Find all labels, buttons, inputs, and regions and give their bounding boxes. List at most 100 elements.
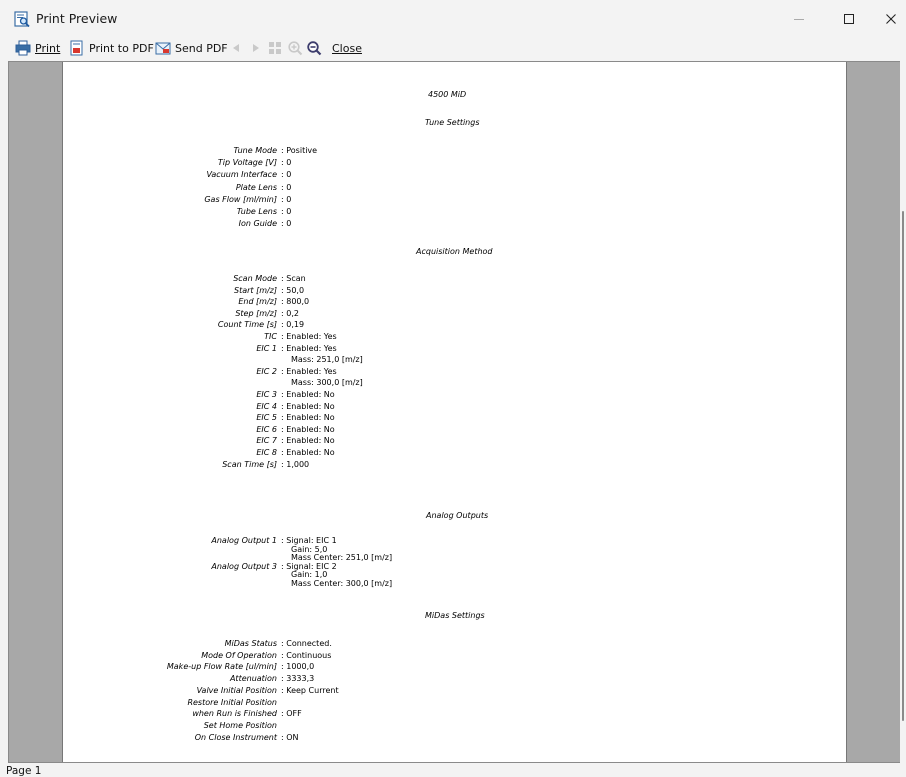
send-pdf-icon xyxy=(155,42,171,55)
row-label: Analog Output 3 xyxy=(211,561,277,571)
close-window-button[interactable] xyxy=(868,0,906,38)
row-label: Step [m/z] xyxy=(235,308,277,318)
row-value: : Enabled: No xyxy=(281,436,335,446)
toolbar: Print Print to PDF Send PDF Close xyxy=(0,38,906,58)
printer-icon xyxy=(15,40,31,56)
row-value: : 0 xyxy=(281,219,292,229)
previous-page-icon[interactable] xyxy=(228,40,244,56)
maximize-button[interactable] xyxy=(826,0,872,38)
row-label: Plate Lens xyxy=(235,182,277,192)
title-bar: Print Preview xyxy=(0,0,906,38)
row-value: Mass Center: 251,0 [m/z] xyxy=(291,553,393,563)
row-value: Mass Center: 300,0 [m/z] xyxy=(291,579,393,588)
row-label: EIC 6 xyxy=(256,424,277,434)
row-value: : 0 xyxy=(281,194,292,204)
row-label: Analog Output 1 xyxy=(211,536,277,545)
close-preview-button[interactable]: Close xyxy=(332,38,362,58)
send-pdf-label: Send PDF xyxy=(175,41,228,55)
row-label: Tube Lens xyxy=(236,207,277,216)
row-value: : Enabled: No xyxy=(281,401,335,411)
page-indicator: Page 1 xyxy=(6,765,42,777)
row-value: : ON xyxy=(281,732,299,742)
vertical-scrollbar[interactable] xyxy=(900,61,906,763)
zoom-out-icon[interactable] xyxy=(306,40,322,56)
row-value: : Keep Current xyxy=(281,685,339,695)
minimize-button[interactable] xyxy=(776,0,822,38)
send-pdf-button[interactable]: Send PDF xyxy=(155,38,228,58)
row-value: : Enabled: No xyxy=(281,390,335,399)
report-page: 4500 MiD Tune Settings Tune Mode : Positi… xyxy=(62,62,847,762)
row-label: Valve Initial Position xyxy=(196,685,277,695)
row-value: : Positive xyxy=(281,146,318,155)
section-analog-outputs: Analog Outputs xyxy=(426,511,489,520)
multi-page-icon[interactable] xyxy=(267,40,283,56)
section-tune-settings: Tune Settings xyxy=(425,118,480,127)
row-value: : Scan xyxy=(281,274,306,283)
print-to-pdf-button[interactable]: Print to PDF xyxy=(69,38,154,58)
row-value: : 0 xyxy=(281,170,292,180)
section-acquisition-method: Acquisition Method xyxy=(416,247,493,256)
row-value: : Enabled: No xyxy=(281,448,335,457)
next-page-icon[interactable] xyxy=(248,40,264,56)
row-value: : Signal: EIC 1 xyxy=(281,536,337,545)
maximize-icon xyxy=(844,14,854,24)
row-value: : Enabled: No xyxy=(281,424,335,434)
row-label: Vacuum Interface xyxy=(206,170,277,180)
row-label: Scan Mode xyxy=(233,274,277,283)
print-preview-window: Print Preview Print Print to PDF Send PD… xyxy=(0,0,906,777)
row-value: : 0,2 xyxy=(281,308,299,318)
row-label: Make-up Flow Rate [ul/min] xyxy=(166,662,277,672)
row-label: EIC 7 xyxy=(256,436,277,446)
zoom-in-icon[interactable] xyxy=(287,40,303,56)
row-value: : Connected. xyxy=(281,639,332,648)
row-label: Set Home Position xyxy=(203,720,277,730)
row-label: Gas Flow [ml/min] xyxy=(204,194,277,204)
row-value: Mass: 300,0 [m/z] xyxy=(291,378,363,388)
window-title: Print Preview xyxy=(36,11,118,26)
print-button[interactable]: Print xyxy=(15,38,60,58)
row-label: Mode Of Operation xyxy=(201,650,277,660)
row-label: Restore Initial Position xyxy=(187,697,277,707)
row-label: EIC 1 xyxy=(256,343,277,353)
row-value: : Continuous xyxy=(281,650,332,660)
row-label: when Run is Finished xyxy=(192,709,277,719)
row-label: EIC 8 xyxy=(256,448,277,457)
row-value: : 0 xyxy=(281,158,292,168)
row-label: Count Time [s] xyxy=(217,320,277,330)
preview-area[interactable]: 4500 MiD Tune Settings Tune Mode : Positi… xyxy=(8,61,902,763)
pdf-document-icon xyxy=(70,40,83,56)
row-label: On Close Instrument xyxy=(194,732,277,742)
row-value: : 50,0 xyxy=(281,285,305,295)
row-label: Ion Guide xyxy=(238,219,277,229)
row-label: EIC 5 xyxy=(256,413,277,423)
row-value: : 800,0 xyxy=(281,297,310,307)
row-label: EIC 3 xyxy=(256,390,277,399)
row-label: MiDas Status xyxy=(224,639,277,648)
row-value: : 1,000 xyxy=(281,459,310,469)
row-value: : 3333,3 xyxy=(281,674,315,684)
scrollbar-thumb[interactable] xyxy=(902,211,904,721)
report-header: 4500 MiD xyxy=(428,90,467,99)
row-label: EIC 2 xyxy=(256,366,277,376)
row-value: : Enabled: No xyxy=(281,413,335,423)
minimize-icon xyxy=(794,19,804,20)
row-label: Tune Mode xyxy=(233,146,277,155)
row-label: Start [m/z] xyxy=(233,285,277,295)
row-value: : 1000,0 xyxy=(281,662,315,672)
row-label: End [m/z] xyxy=(238,297,277,307)
row-value: : 0 xyxy=(281,207,292,216)
row-value: : 0,19 xyxy=(281,320,305,330)
row-value: : Enabled: Yes xyxy=(281,343,337,353)
print-to-pdf-label: Print to PDF xyxy=(89,41,154,55)
close-icon xyxy=(886,14,896,24)
close-label: Close xyxy=(332,41,362,55)
row-label: Scan Time [s] xyxy=(222,459,277,469)
row-label: Attenuation xyxy=(229,674,277,684)
row-value: : Enabled: Yes xyxy=(281,332,337,341)
print-preview-app-icon xyxy=(14,11,30,27)
row-value: : OFF xyxy=(281,709,302,719)
row-value: : Enabled: Yes xyxy=(281,366,337,376)
row-label: Tip Voltage [V] xyxy=(217,158,277,168)
print-label: Print xyxy=(35,41,61,55)
row-label: TIC xyxy=(264,332,277,341)
